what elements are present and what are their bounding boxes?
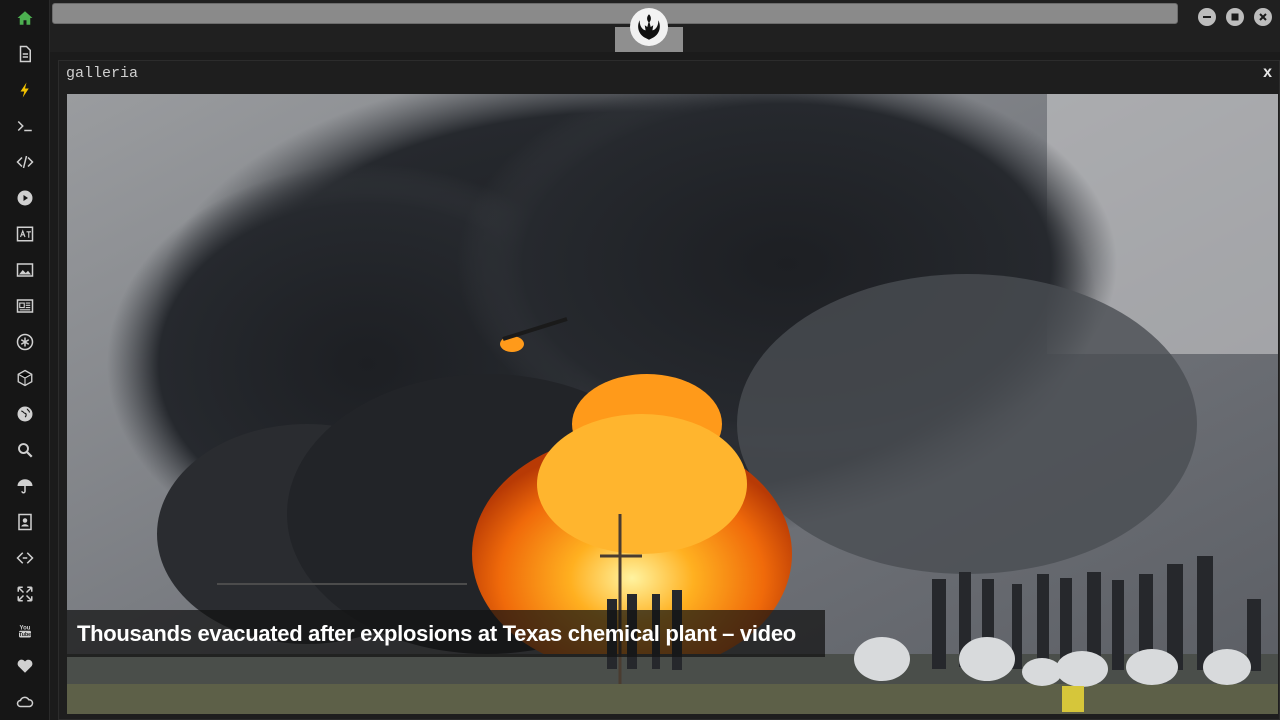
cloud-icon[interactable] [13,690,37,714]
maximize-icon[interactable] [1226,8,1244,26]
home-icon[interactable] [13,6,37,30]
close-icon[interactable] [1254,8,1272,26]
terminal-icon[interactable] [13,114,37,138]
image-icon[interactable] [13,258,37,282]
play-icon[interactable] [13,186,37,210]
asterisk-icon[interactable] [13,330,37,354]
api-icon[interactable] [13,546,37,570]
window-title: galleria [66,65,139,82]
address-bar[interactable] [52,3,1178,24]
expand-icon[interactable] [13,582,37,606]
news-icon[interactable] [13,294,37,318]
svg-text:You: You [20,625,31,631]
image-caption: Thousands evacuated after explosions at … [77,620,796,646]
top-bar [50,0,1280,52]
galleria-window: galleria x Thousands evacuated after exp… [58,60,1280,720]
contact-icon[interactable] [13,510,37,534]
heart-icon[interactable] [13,654,37,678]
window-close-button[interactable]: x [1263,64,1272,82]
search-icon[interactable] [13,438,37,462]
globe-icon[interactable] [13,402,37,426]
rebel-emblem-icon[interactable] [630,8,668,46]
youtube-icon[interactable]: You Tube [13,618,37,642]
umbrella-icon[interactable] [13,474,37,498]
lightning-icon[interactable] [13,78,37,102]
document-icon[interactable] [13,42,37,66]
translate-icon[interactable] [13,222,37,246]
caption-overlay: Thousands evacuated after explosions at … [67,610,825,657]
svg-text:Tube: Tube [19,632,31,638]
cube-icon[interactable] [13,366,37,390]
gallery-image[interactable]: Thousands evacuated after explosions at … [67,94,1278,714]
code-icon[interactable] [13,150,37,174]
sidebar: You Tube [0,0,50,720]
minimize-icon[interactable] [1198,8,1216,26]
